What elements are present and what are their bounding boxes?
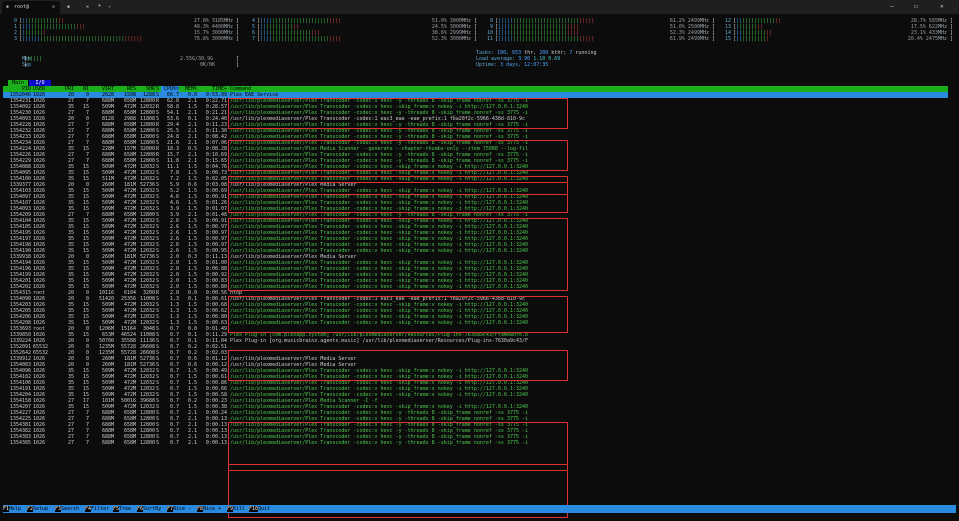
tab-second[interactable]: ▪ ✕ (64, 1, 94, 14)
highlight-box (228, 422, 568, 465)
highlight-box (228, 218, 568, 291)
fkey-label: Nice - (173, 506, 192, 512)
fkey-label: SortBy (143, 506, 162, 512)
uptime-line: Uptime: 3 days, 12:07:35 (476, 62, 549, 68)
fkey-label: Setup (33, 506, 49, 512)
fkey-f3[interactable]: F3Search (55, 506, 79, 512)
new-tab-button[interactable]: + (98, 3, 101, 9)
process-user: 1026 (33, 440, 46, 446)
highlight-box (228, 296, 568, 333)
terminal-viewport[interactable]: 0[|||||||||||||| 27.8% 3185MHz] 1[||||||||… (3, 18, 956, 518)
tab-title: root@ (14, 4, 30, 10)
process-cpu: 0.7 (169, 440, 179, 446)
fkey-label: Filter (91, 506, 110, 512)
swap-meter: Swp[0K/0K] (22, 62, 240, 68)
fkey-f2[interactable]: F2Setup (27, 506, 48, 512)
cpu-meter-11: 11[|||||||||||||||||||||||||||||||| 61.9%… (483, 36, 715, 42)
cpu-number: 15 (724, 36, 731, 42)
terminal-tab-icon: ▪ (67, 4, 71, 10)
fkey-f1[interactable]: F1Help (3, 506, 21, 512)
cpu-usage-bar: |||||||||||||||||||||||||||||||||||||||| (22, 36, 143, 42)
fkey-label: Nice + (203, 506, 222, 512)
fkey-label: Kill (233, 506, 246, 512)
highlight-box (228, 194, 568, 213)
tab-root[interactable]: ▪ root@ ✕ (2, 1, 60, 14)
tab-dropdown-icon[interactable]: ⌄ (108, 3, 111, 9)
cpu-percent: 52.3% 3000MHz (431, 36, 471, 42)
fkey-label: Tree (119, 506, 132, 512)
cpu-percent: 76.8% 3000MHz (193, 36, 233, 42)
cpu-number: 3 (13, 36, 17, 42)
process-s: S (156, 440, 160, 446)
process-time: 0:00.13 (205, 440, 227, 446)
window-titlebar: ▪ root@ ✕ ▪ ✕ + ⌄ — ☐ ✕ (0, 0, 959, 14)
fkey-label: Search (61, 506, 80, 512)
cpu-meter-7: 7[||||||||||||||||||||||||||| 52.3% 3000M… (245, 36, 477, 42)
fkey-label: Quit (258, 506, 271, 512)
close-icon[interactable]: ✕ (940, 3, 944, 10)
swap-value: 0K/0K (200, 62, 216, 68)
cpu-number: 7 (251, 36, 255, 42)
highlight-box (228, 140, 568, 171)
process-shr: 12800 (139, 440, 155, 446)
fkey-f9[interactable]: F9Kill (227, 506, 245, 512)
fkey-f5[interactable]: F5Tree (113, 506, 131, 512)
cpu-meter-3: 3[||||||||||||||||||||||||||||||||||||||… (7, 36, 239, 42)
fkey-f4[interactable]: F4Filter (85, 506, 109, 512)
maximize-icon[interactable]: ☐ (914, 3, 918, 10)
process-ni: 7 (85, 440, 89, 446)
fkey-f10[interactable]: F10Quit (249, 506, 270, 512)
tab-close-icon[interactable]: ✕ (52, 4, 55, 10)
cpu-usage-bar: ||||||||||| (736, 36, 770, 42)
process-mem: 2.1 (187, 440, 197, 446)
cpu-percent: 61.9% 2499MHz (669, 36, 709, 42)
cpu-usage-bar: |||||||||||||||||||||||||||||||| (498, 36, 595, 42)
process-virt: 688M (101, 440, 114, 446)
process-pri: 27 (67, 440, 74, 446)
fkey-f6[interactable]: F6SortBy (137, 506, 161, 512)
fkey-label: Help (9, 506, 22, 512)
tab-close-icon[interactable]: ✕ (86, 4, 89, 10)
highlight-box (228, 350, 568, 381)
function-key-bar: F1Help F2Setup F3Search F4Filter F5Tree F6Sor… (3, 505, 956, 513)
highlight-box (228, 98, 568, 129)
process-res: 658M (123, 440, 136, 446)
fkey-key: F10 (249, 506, 259, 512)
cpu-meter-15: 15[||||||||||| 20.4% 2475MHz] (721, 36, 953, 42)
cpu-usage-bar: ||||||||||||||||||||||||||| (260, 36, 342, 42)
cpu-number: 11 (486, 36, 493, 42)
fkey-f8[interactable]: F8Nice + (197, 506, 221, 512)
minimize-icon[interactable]: — (890, 3, 894, 10)
process-pid: 1354385 (9, 440, 31, 446)
fkey-f7[interactable]: F7Nice - (167, 506, 191, 512)
terminal-tab-icon: ▪ (6, 4, 10, 10)
cpu-percent: 20.4% 2475MHz (907, 36, 947, 42)
